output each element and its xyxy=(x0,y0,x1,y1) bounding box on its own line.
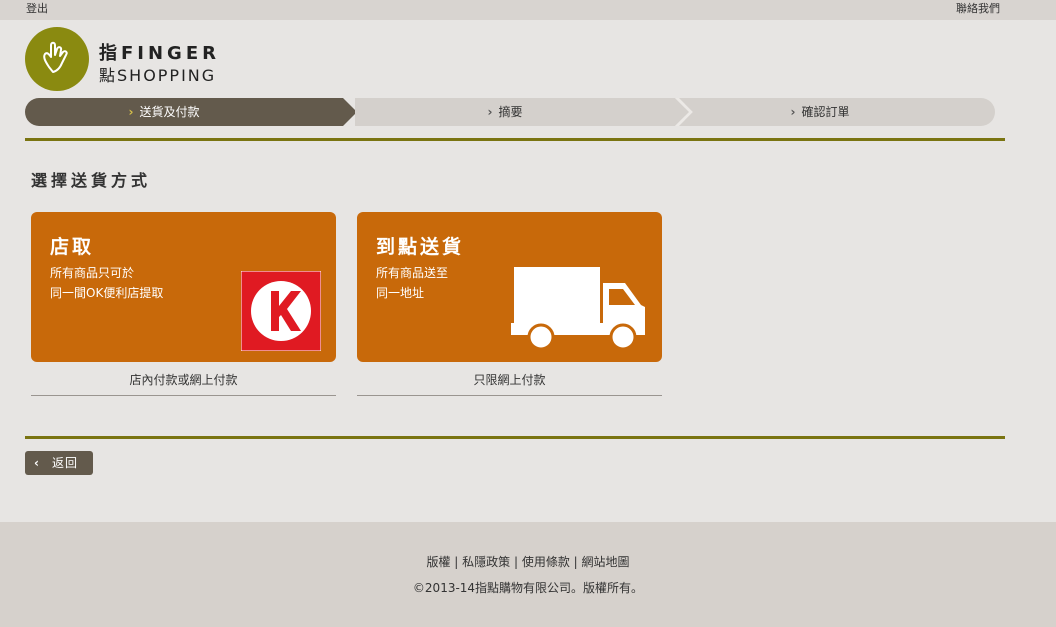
footer-links: 版權 | 私隱政策 | 使用條款 | 網站地圖 xyxy=(0,553,1056,570)
option-description: 所有商品只可於 同一間OK便利店提取 xyxy=(50,263,163,303)
step-label: 確認訂單 xyxy=(801,105,850,119)
footer-link-privacy[interactable]: 私隱政策 xyxy=(462,555,510,569)
footer-link-copyright[interactable]: 版權 xyxy=(426,555,450,569)
footer-separator: | xyxy=(510,555,522,569)
chevron-right-icon: › xyxy=(487,105,493,119)
step-divider xyxy=(357,98,373,126)
description-line: 所有商品只可於 xyxy=(50,266,135,280)
step-delivery-payment[interactable]: › 送貨及付款 xyxy=(25,98,357,126)
step-label: 摘要 xyxy=(498,105,523,119)
divider-bottom xyxy=(25,436,1005,439)
chevron-right-icon: › xyxy=(128,105,134,119)
option-title: 店取 xyxy=(50,236,95,258)
copyright-text: ©2013-14指點購物有限公司。版權所有。 xyxy=(412,581,644,595)
footer-link-terms[interactable]: 使用條款 xyxy=(522,555,570,569)
footer-separator: | xyxy=(450,555,463,569)
checkout-steps: › 送貨及付款 › 摘要 › 確認訂單 xyxy=(25,98,995,126)
footer-separator: | xyxy=(569,555,582,569)
option-underline xyxy=(357,395,662,396)
step-label: 送貨及付款 xyxy=(139,105,200,119)
option-payment-note: 店內付款或網上付款 xyxy=(129,373,238,387)
logo-text-shopping: 點SHOPPING xyxy=(99,66,217,85)
logout-link[interactable]: 登出 xyxy=(26,0,48,16)
option-title: 到點送貨 xyxy=(376,236,465,258)
footer: 版權 | 私隱政策 | 使用條款 | 網站地圖 ©2013-14指點購物有限公司… xyxy=(0,522,1056,627)
option-store-pickup[interactable]: 店取 所有商品只可於 同一間OK便利店提取 xyxy=(31,212,336,362)
top-bar: 登出 聯絡我們 xyxy=(0,0,1056,20)
back-button-label: 返回 xyxy=(52,456,79,470)
step-divider xyxy=(665,98,695,126)
divider-top xyxy=(25,138,1005,141)
option-home-delivery[interactable]: 到點送貨 所有商品送至 同一地址 xyxy=(357,212,662,362)
chevron-left-icon: ‹ xyxy=(34,456,39,470)
finger-logo-icon xyxy=(25,27,89,91)
chevron-right-icon: › xyxy=(790,105,796,119)
option-description: 所有商品送至 同一地址 xyxy=(376,263,448,303)
option-underline xyxy=(31,395,336,396)
description-line: 所有商品送至 xyxy=(376,266,449,280)
step-confirm-order[interactable]: › 確認訂單 xyxy=(685,98,995,126)
page-title: 選擇送貨方式 xyxy=(31,171,152,190)
truck-icon xyxy=(511,267,645,349)
contact-us-link[interactable]: 聯絡我們 xyxy=(956,0,1000,16)
footer-link-sitemap[interactable]: 網站地圖 xyxy=(582,555,630,569)
site-logo[interactable]: 指FINGER 點SHOPPING xyxy=(25,27,245,93)
back-button[interactable]: ‹ 返回 xyxy=(25,451,93,475)
step-summary[interactable]: › 摘要 xyxy=(355,98,675,126)
option-payment-note: 只限網上付款 xyxy=(473,373,546,387)
circle-k-logo xyxy=(241,271,321,351)
description-line: 同一間OK便利店提取 xyxy=(50,286,164,300)
description-line: 同一地址 xyxy=(376,286,425,300)
